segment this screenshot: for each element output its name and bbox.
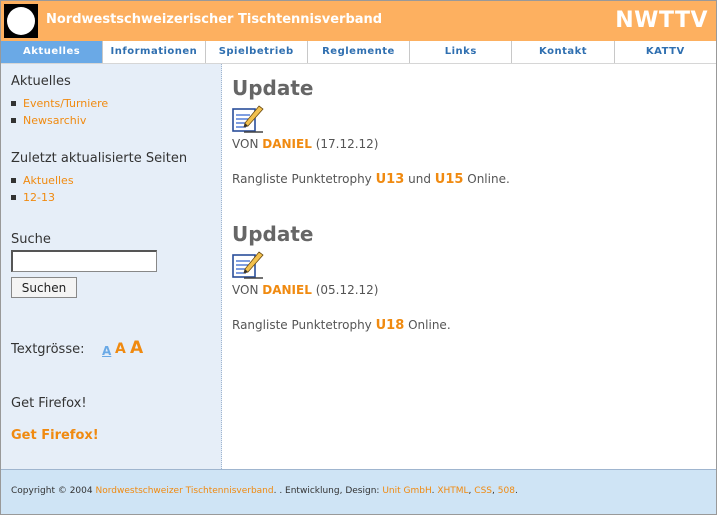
- footer-comma: ,: [468, 486, 472, 496]
- footer-dot: .: [431, 486, 435, 496]
- bullet-icon: [11, 177, 16, 183]
- edit-document-icon: [232, 105, 264, 133]
- sidebar-aktuelles-list: Events/Turniere Newsarchiv: [11, 95, 108, 129]
- footer-comma: ,: [492, 486, 495, 496]
- list-item: 12-13: [11, 189, 74, 206]
- logo-circle-icon: [7, 7, 35, 35]
- footer-css-link[interactable]: CSS: [474, 486, 492, 496]
- nav-item-links[interactable]: Links: [410, 41, 513, 63]
- footer-copyright-line: Copyright © 2004 Nordwestschweizer Tisch…: [11, 486, 518, 496]
- firefox-heading: Get Firefox!: [11, 396, 87, 411]
- sidebar-heading-aktuelles: Aktuelles: [11, 74, 71, 89]
- post-body-text: Rangliste Punktetrophy: [232, 318, 372, 332]
- textsize-medium-button[interactable]: A: [115, 341, 126, 357]
- footer-508-link[interactable]: 508: [498, 486, 515, 496]
- bullet-icon: [11, 194, 16, 200]
- site-footer: Copyright © 2004 Nordwestschweizer Tisch…: [1, 469, 716, 514]
- list-item: Newsarchiv: [11, 112, 108, 129]
- footer-xhtml-link[interactable]: XHTML: [437, 486, 468, 496]
- footer-middle-text: . . Entwicklung, Design:: [273, 486, 380, 496]
- textsize-label: Textgrösse:: [11, 342, 85, 357]
- post-link-u13[interactable]: U13: [376, 172, 405, 187]
- sidebar-link-aktuelles[interactable]: Aktuelles: [23, 174, 74, 187]
- textsize-large-button[interactable]: A: [130, 338, 143, 358]
- search-button[interactable]: Suchen: [11, 277, 77, 298]
- post-body-text: Rangliste Punktetrophy: [232, 172, 372, 186]
- sidebar-updated-list: Aktuelles 12-13: [11, 172, 74, 206]
- edit-document-icon: [232, 251, 264, 279]
- post-body: Rangliste Punktetrophy U18 Online.: [232, 318, 451, 333]
- footer-unit-link[interactable]: Unit GmbH: [382, 486, 431, 496]
- post-date: (05.12.12): [315, 283, 379, 297]
- main-navigation: Aktuelles Informationen Spielbetrieb Reg…: [1, 41, 716, 64]
- bullet-icon: [11, 100, 16, 106]
- nav-item-aktuelles[interactable]: Aktuelles: [1, 41, 104, 63]
- post-body-suffix: Online.: [467, 172, 510, 186]
- site-logo[interactable]: [4, 4, 38, 38]
- browser-page: Nordwestschweizerischer Tischtennisverba…: [0, 0, 717, 515]
- sidebar: Aktuelles Events/Turniere Newsarchiv Zul…: [1, 64, 222, 469]
- post-author-link[interactable]: DANIEL: [262, 137, 312, 151]
- site-title: Nordwestschweizerischer Tischtennisverba…: [46, 12, 383, 27]
- sidebar-link-newsarchiv[interactable]: Newsarchiv: [23, 114, 86, 127]
- post-body-joiner: und: [408, 172, 431, 186]
- post-by-label: VON: [232, 137, 259, 151]
- footer-copyright: Copyright © 2004: [11, 486, 93, 496]
- nav-item-reglemente[interactable]: Reglemente: [308, 41, 411, 63]
- post-author-link[interactable]: DANIEL: [262, 283, 312, 297]
- post-date: (17.12.12): [315, 137, 379, 151]
- post-title[interactable]: Update: [232, 76, 314, 100]
- nav-item-spielbetrieb[interactable]: Spielbetrieb: [206, 41, 308, 63]
- post-body-suffix: Online.: [408, 318, 451, 332]
- post-meta: VON DANIEL (05.12.12): [232, 283, 379, 297]
- textsize-small-button[interactable]: A: [102, 344, 111, 358]
- search-heading: Suche: [11, 232, 51, 247]
- post-link-u18[interactable]: U18: [376, 318, 405, 333]
- post-by-label: VON: [232, 283, 259, 297]
- footer-org-link[interactable]: Nordwestschweizer Tischtennisverband: [95, 486, 273, 496]
- site-abbreviation: NWTTV: [615, 8, 708, 33]
- get-firefox-link[interactable]: Get Firefox!: [11, 428, 99, 443]
- main-content: Update VON DANIEL (17.12.12) Rangliste P…: [222, 64, 716, 469]
- bullet-icon: [11, 117, 16, 123]
- sidebar-link-events[interactable]: Events/Turniere: [23, 97, 108, 110]
- nav-item-informationen[interactable]: Informationen: [103, 41, 206, 63]
- site-header: Nordwestschweizerischer Tischtennisverba…: [1, 1, 716, 41]
- nav-item-kattv[interactable]: KATTV: [615, 41, 716, 63]
- list-item: Aktuelles: [11, 172, 74, 189]
- footer-end: .: [514, 486, 518, 496]
- search-input[interactable]: [11, 250, 157, 272]
- sidebar-heading-updated-pages: Zuletzt aktualisierte Seiten: [11, 151, 188, 166]
- post-title[interactable]: Update: [232, 222, 314, 246]
- sidebar-link-12-13[interactable]: 12-13: [23, 191, 55, 204]
- post-body: Rangliste Punktetrophy U13 und U15 Onlin…: [232, 172, 510, 187]
- post-meta: VON DANIEL (17.12.12): [232, 137, 379, 151]
- nav-item-kontakt[interactable]: Kontakt: [512, 41, 615, 63]
- list-item: Events/Turniere: [11, 95, 108, 112]
- post-link-u15[interactable]: U15: [435, 172, 464, 187]
